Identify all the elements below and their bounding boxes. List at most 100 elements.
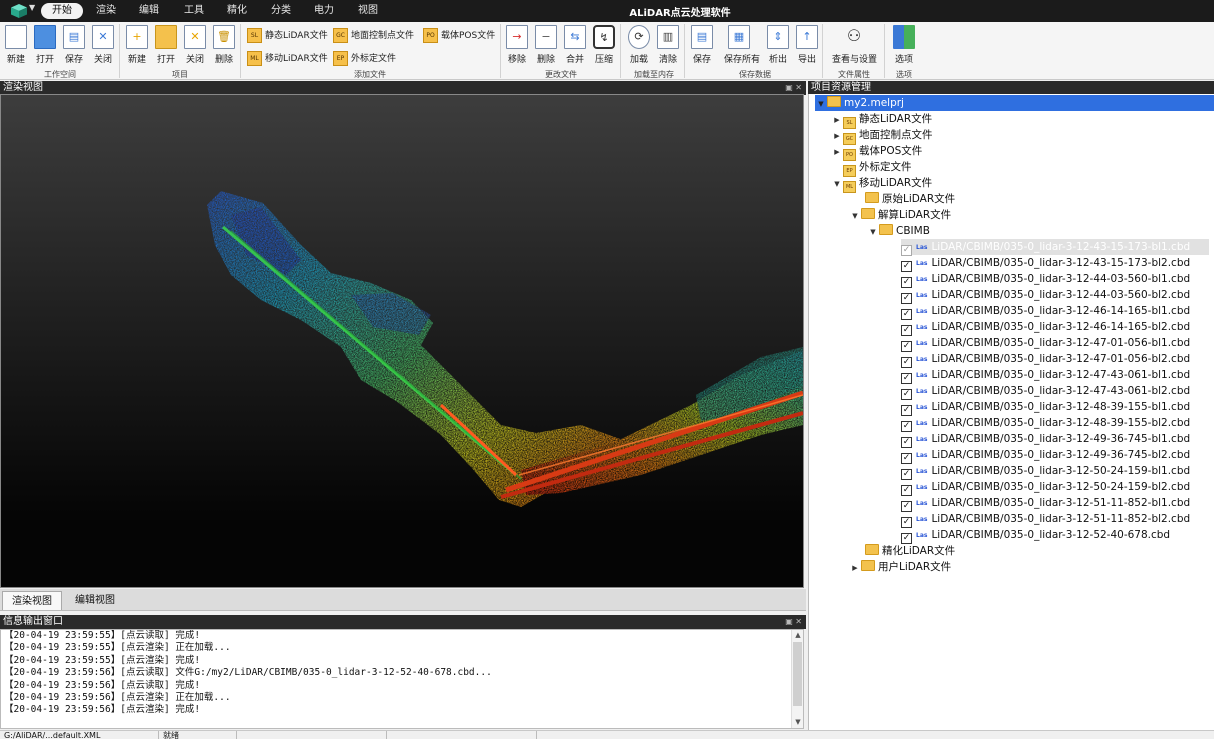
tree-file-item[interactable]: ✓ Las LiDAR/CBIMB/035-0_lidar-3-12-48-39-1… xyxy=(901,415,1209,432)
compress-file-button[interactable]: ↯ 压缩 xyxy=(589,25,619,65)
tree-item-pos[interactable]: ▶ PO 载体POS文件 xyxy=(831,143,922,161)
add-extrinsic-button[interactable]: EP 外标定文件 xyxy=(333,50,396,68)
cube-logo-icon[interactable] xyxy=(11,4,27,18)
tree-file-item[interactable]: ✓ Las LiDAR/CBIMB/035-0_lidar-3-12-43-15-1… xyxy=(901,255,1209,272)
workspace-close-button[interactable]: ✕ 关闭 xyxy=(88,25,118,65)
tree-file-item[interactable]: ✓ Las LiDAR/CBIMB/035-0_lidar-3-12-51-11-8… xyxy=(901,495,1209,512)
project-tree: ▼ my2.melprj ▶ SL 静态LiDAR文件 ▶ GC 地面控制点文件 ▶ PO 载… xyxy=(808,94,1214,730)
tab-edit-view[interactable]: 编辑视图 xyxy=(66,591,124,610)
tab-refine[interactable]: 精化 xyxy=(224,3,250,19)
delete-file-button[interactable]: − 删除 xyxy=(531,25,561,65)
workspace-open-button[interactable]: 打开 xyxy=(30,25,60,65)
log-scrollbar[interactable]: ▲ ▼ xyxy=(791,630,803,728)
tab-render-view[interactable]: 渲染视图 xyxy=(2,591,62,610)
add-pos-button[interactable]: PO 载体POS文件 xyxy=(423,27,495,45)
tree-item-mobile-lidar[interactable]: ▼ ML 移动LiDAR文件 xyxy=(831,175,932,193)
tree-file-item[interactable]: ✓ Las LiDAR/CBIMB/035-0_lidar-3-12-50-24-1… xyxy=(901,463,1209,480)
tree-item-cbimb[interactable]: ▼ CBIMB xyxy=(867,223,930,239)
tab-start[interactable]: 开始 xyxy=(41,3,83,19)
project-close-button[interactable]: ✕ 关闭 xyxy=(180,25,210,65)
collapse-icon[interactable]: ▼ xyxy=(815,96,827,112)
tree-file-item[interactable]: ✓ Las LiDAR/CBIMB/035-0_lidar-3-12-47-01-0… xyxy=(901,335,1209,352)
collapse-icon[interactable]: ▼ xyxy=(849,208,861,224)
remove-file-button[interactable]: → 移除 xyxy=(502,25,532,65)
point-cloud-viewport[interactable] xyxy=(0,94,804,588)
tab-view[interactable]: 视图 xyxy=(355,3,381,19)
panel-window-controls-icon[interactable]: ▣ ✕ xyxy=(785,615,802,629)
las-file-icon: Las xyxy=(916,340,928,347)
merge-file-button[interactable]: ⇆ 合并 xyxy=(560,25,590,65)
tree-item-extrinsic[interactable]: EP 外标定文件 xyxy=(843,159,912,177)
open-folder-icon xyxy=(34,25,56,49)
workspace-save-button[interactable]: ▤ 保存 xyxy=(59,25,89,65)
tree-item-ground-control[interactable]: ▶ GC 地面控制点文件 xyxy=(831,127,933,145)
load-button[interactable]: ⟳ 加载 xyxy=(624,25,654,65)
extract-button[interactable]: ⇕ 析出 xyxy=(763,25,793,65)
point-cloud-render[interactable] xyxy=(1,95,804,588)
add-mobile-lidar-button[interactable]: ML 移动LiDAR文件 xyxy=(247,50,328,68)
tab-edit[interactable]: 编辑 xyxy=(136,3,162,19)
las-file-icon: Las xyxy=(916,372,928,379)
group-label-workspace: 工作空间 xyxy=(44,70,76,79)
scroll-thumb[interactable] xyxy=(793,642,802,706)
load-clock-icon: ⟳ xyxy=(628,25,650,49)
expand-icon[interactable]: ▶ xyxy=(849,560,861,576)
log-line: 【20-04-19 23:59:56】[点云渲染] 完成! xyxy=(4,704,201,716)
project-delete-button[interactable]: 🗑 删除 xyxy=(209,25,239,65)
file-name: LiDAR/CBIMB/035-0_lidar-3-12-47-43-061-b… xyxy=(931,385,1191,397)
tree-panel-header: 项目资源管理 xyxy=(808,81,1214,95)
export-button[interactable]: ↑ 导出 xyxy=(792,25,822,65)
tab-power[interactable]: 电力 xyxy=(311,3,337,19)
tree-file-item[interactable]: ✓ Las LiDAR/CBIMB/035-0_lidar-3-12-49-36-7… xyxy=(901,447,1209,464)
tree-item-solved-lidar[interactable]: ▼ 解算LiDAR文件 xyxy=(849,207,951,223)
tree-file-item[interactable]: ✓ Las LiDAR/CBIMB/035-0_lidar-3-12-47-43-0… xyxy=(901,383,1209,400)
collapse-icon[interactable]: ▼ xyxy=(867,224,879,240)
workspace-new-button[interactable]: 新建 xyxy=(1,25,31,65)
las-file-icon: Las xyxy=(916,468,928,475)
tree-file-item[interactable]: ✓ Las LiDAR/CBIMB/035-0_lidar-3-12-47-01-0… xyxy=(901,351,1209,368)
collapse-icon[interactable]: ▼ xyxy=(831,176,843,192)
scroll-down-icon[interactable]: ▼ xyxy=(792,717,803,728)
quick-access-dropdown-icon[interactable]: ▼ xyxy=(29,3,35,12)
trash-icon: 🗑 xyxy=(213,25,235,49)
log-output[interactable]: 【20-04-19 23:59:55】[点云读取] 完成! 【20-04-19 … xyxy=(0,629,804,729)
expand-icon[interactable]: ▶ xyxy=(831,144,843,160)
tree-file-item[interactable]: ✓ Las LiDAR/CBIMB/035-0_lidar-3-12-52-40-6… xyxy=(901,527,1209,544)
clear-button[interactable]: ▥ 清除 xyxy=(653,25,683,65)
save-data-button[interactable]: ▤ 保存 xyxy=(687,25,717,65)
save-all-button[interactable]: ▦ 保存所有 xyxy=(724,25,760,65)
tree-file-item[interactable]: ✓ Las LiDAR/CBIMB/035-0_lidar-3-12-43-15-1… xyxy=(901,239,1209,256)
merge-icon: ⇆ xyxy=(564,25,586,49)
tree-file-item[interactable]: ✓ Las LiDAR/CBIMB/035-0_lidar-3-12-46-14-1… xyxy=(901,303,1209,320)
view-settings-button[interactable]: ⚇ 查看与设置 xyxy=(832,25,877,66)
tab-classify[interactable]: 分类 xyxy=(268,3,294,19)
las-file-icon: Las xyxy=(916,436,928,443)
tree-file-item[interactable]: ✓ Las LiDAR/CBIMB/035-0_lidar-3-12-47-43-0… xyxy=(901,367,1209,384)
tree-item-project[interactable]: ▼ my2.melprj xyxy=(815,95,1214,111)
tab-tools[interactable]: 工具 xyxy=(181,3,207,19)
las-file-icon: Las xyxy=(916,356,928,363)
status-pane xyxy=(536,731,1214,739)
tree-file-item[interactable]: ✓ Las LiDAR/CBIMB/035-0_lidar-3-12-46-14-1… xyxy=(901,319,1209,336)
tree-file-item[interactable]: ✓ Las LiDAR/CBIMB/035-0_lidar-3-12-44-03-5… xyxy=(901,287,1209,304)
add-ground-control-button[interactable]: GC 地面控制点文件 xyxy=(333,27,414,45)
tree-item-static-lidar[interactable]: ▶ SL 静态LiDAR文件 xyxy=(831,111,932,129)
project-new-button[interactable]: + 新建 xyxy=(122,25,152,65)
panel-window-controls-icon[interactable]: ▣ ✕ xyxy=(785,81,802,95)
project-open-button[interactable]: 打开 xyxy=(151,25,181,65)
tree-file-item[interactable]: ✓ Las LiDAR/CBIMB/035-0_lidar-3-12-44-03-5… xyxy=(901,271,1209,288)
tree-item-refined-lidar[interactable]: 精化LiDAR文件 xyxy=(865,543,955,559)
tree-item-raw-lidar[interactable]: 原始LiDAR文件 xyxy=(865,191,955,207)
tree-file-item[interactable]: ✓ Las LiDAR/CBIMB/035-0_lidar-3-12-48-39-1… xyxy=(901,399,1209,416)
point-cloud-points xyxy=(207,191,803,507)
add-static-lidar-button[interactable]: SL 静态LiDAR文件 xyxy=(247,27,328,45)
tree-item-user-lidar[interactable]: ▶ 用户LiDAR文件 xyxy=(849,559,951,575)
expand-icon[interactable]: ▶ xyxy=(831,112,843,128)
tree-file-item[interactable]: ✓ Las LiDAR/CBIMB/035-0_lidar-3-12-51-11-8… xyxy=(901,511,1209,528)
tab-render[interactable]: 渲染 xyxy=(93,3,119,19)
tree-file-item[interactable]: ✓ Las LiDAR/CBIMB/035-0_lidar-3-12-49-36-7… xyxy=(901,431,1209,448)
options-button[interactable]: 选项 xyxy=(889,25,919,65)
tree-file-item[interactable]: ✓ Las LiDAR/CBIMB/035-0_lidar-3-12-50-24-1… xyxy=(901,479,1209,496)
expand-icon[interactable]: ▶ xyxy=(831,128,843,144)
scroll-up-icon[interactable]: ▲ xyxy=(792,630,803,641)
